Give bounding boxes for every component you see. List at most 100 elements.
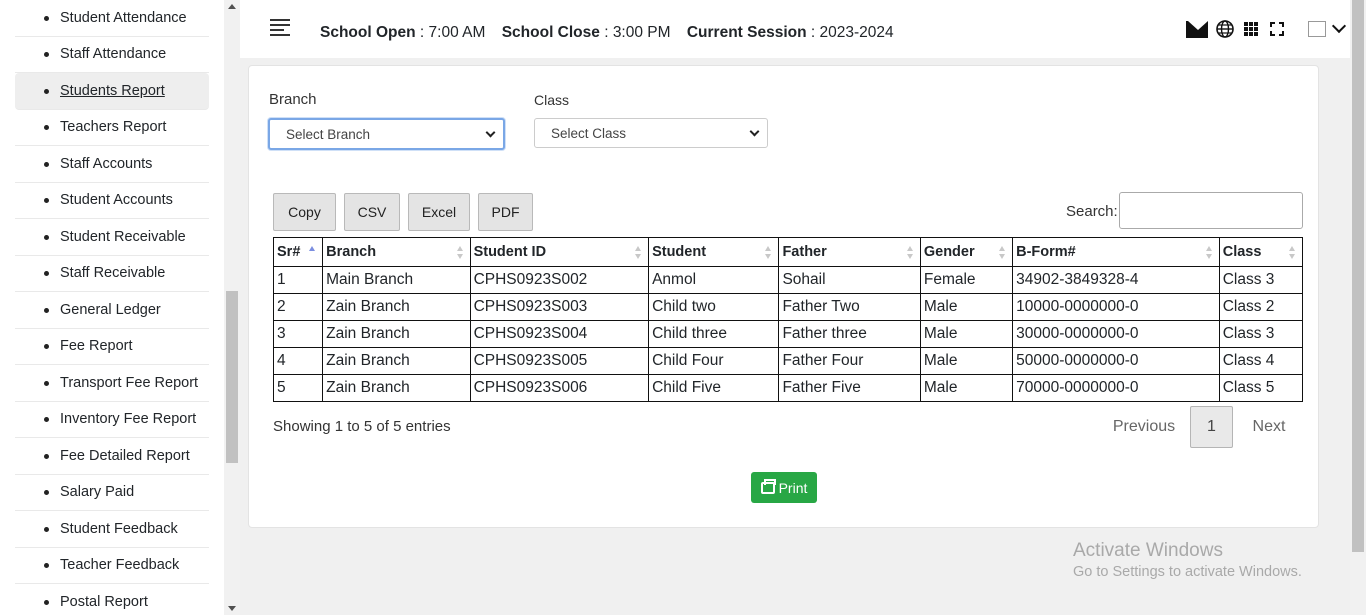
copy-button[interactable]: Copy: [273, 193, 336, 231]
table-cell: 50000-0000000-0: [1012, 347, 1220, 375]
entries-info: Showing 1 to 5 of 5 entries: [273, 418, 451, 435]
table-cell: Male: [919, 374, 1014, 402]
sidebar-item-label: Student Attendance: [60, 9, 187, 26]
sidebar-item-students-report[interactable]: Students Report: [15, 73, 209, 110]
fullscreen-icon[interactable]: [1264, 18, 1290, 40]
csv-button[interactable]: CSV: [344, 193, 400, 231]
sidebar-scrollbar[interactable]: [224, 0, 240, 615]
sidebar-scroll-thumb[interactable]: [226, 291, 238, 463]
chevron-down-icon: [485, 127, 496, 138]
sidebar-item-postal-report[interactable]: Postal Report: [15, 584, 209, 615]
table-cell: Class 4: [1218, 347, 1304, 375]
report-card: Branch Select Branch Class Select Class …: [248, 65, 1319, 528]
sidebar-item-student-feedback[interactable]: Student Feedback: [15, 511, 209, 548]
branch-select[interactable]: Select Branch: [268, 118, 505, 150]
sidebar-item-teachers-report[interactable]: Teachers Report: [15, 110, 209, 146]
sidebar: Student Attendance Staff Attendance Studen…: [0, 0, 224, 615]
mail-icon[interactable]: [1186, 18, 1212, 40]
table-cell: 1: [272, 266, 324, 294]
column-header-student[interactable]: Student: [648, 237, 780, 267]
branch-select-value: Select Branch: [286, 127, 371, 142]
table-cell: Child two: [648, 293, 780, 321]
sidebar-item-fee-report[interactable]: Fee Report: [15, 329, 209, 365]
table-cell: Zain Branch: [322, 320, 471, 348]
grid-icon[interactable]: [1238, 18, 1264, 40]
table-cell: Zain Branch: [322, 374, 471, 402]
chevron-down-icon: [749, 126, 760, 137]
sidebar-item-fee-detailed-report[interactable]: Fee Detailed Report: [15, 438, 209, 475]
sidebar-item-label: Salary Paid: [60, 484, 135, 501]
sidebar-item-label: Staff Receivable: [60, 265, 166, 282]
sidebar-item-label: Teachers Report: [60, 119, 167, 136]
school-close-label: School Close: [501, 24, 600, 41]
sidebar-item-staff-attendance[interactable]: Staff Attendance: [15, 37, 209, 73]
school-open-value: 7:00 AM: [428, 24, 486, 41]
previous-button[interactable]: Previous: [1104, 406, 1184, 448]
table-cell: Male: [919, 347, 1014, 375]
sidebar-menu: Student Attendance Staff Attendance Studen…: [0, 0, 224, 615]
excel-button[interactable]: Excel: [408, 193, 470, 231]
page-1-button[interactable]: 1: [1190, 406, 1233, 448]
sort-icon: [1289, 246, 1296, 260]
sidebar-item-label: Student Feedback: [60, 520, 178, 537]
sidebar-item-label: Teacher Feedback: [60, 557, 180, 574]
menu-icon[interactable]: [270, 19, 290, 36]
top-bar: School Open : 7:00 AM School Close : 3:0…: [240, 0, 1350, 58]
scroll-down-arrow-icon[interactable]: [228, 606, 236, 611]
table-cell: Child three: [648, 320, 780, 348]
globe-icon[interactable]: [1212, 18, 1238, 40]
sidebar-item-label: Staff Accounts: [60, 155, 153, 172]
table-cell: Anmol: [648, 266, 780, 294]
next-button[interactable]: Next: [1245, 406, 1293, 448]
sidebar-item-transport-fee-report[interactable]: Transport Fee Report: [15, 365, 209, 402]
table-cell: Class 3: [1218, 266, 1304, 294]
school-info: School Open : 7:00 AM School Close : 3:0…: [320, 24, 894, 41]
print-button[interactable]: Print: [751, 472, 817, 503]
session-value: 2023-2024: [819, 24, 894, 41]
main-scrollbar[interactable]: [1350, 0, 1366, 615]
sidebar-item-salary-paid[interactable]: Salary Paid: [15, 475, 209, 511]
print-label: Print: [778, 479, 808, 496]
column-header-student-id[interactable]: Student ID: [469, 237, 650, 267]
table-cell: Father Four: [778, 347, 921, 375]
table-cell: 34902-3849328-4: [1012, 266, 1220, 294]
column-header-class[interactable]: Class: [1218, 237, 1304, 267]
sidebar-item-student-receivable[interactable]: Student Receivable: [15, 219, 209, 256]
search-label: Search:: [1066, 203, 1118, 220]
sidebar-item-staff-receivable[interactable]: Staff Receivable: [15, 256, 209, 292]
sidebar-item-label: Fee Detailed Report: [60, 447, 190, 464]
avatar[interactable]: [1308, 21, 1326, 37]
sidebar-item-inventory-fee-report[interactable]: Inventory Fee Report: [15, 402, 209, 438]
sort-icon: [635, 246, 642, 260]
sidebar-item-teacher-feedback[interactable]: Teacher Feedback: [15, 548, 209, 584]
chevron-down-icon[interactable]: [1331, 18, 1347, 34]
sidebar-item-staff-accounts[interactable]: Staff Accounts: [15, 146, 209, 183]
sidebar-item-student-accounts[interactable]: Student Accounts: [15, 183, 209, 219]
column-header-father[interactable]: Father: [778, 237, 921, 267]
table-cell: CPHS0923S005: [469, 347, 650, 375]
search-input[interactable]: [1119, 192, 1303, 229]
sidebar-item-student-attendance[interactable]: Student Attendance: [15, 0, 209, 37]
column-header-gender[interactable]: Gender: [919, 237, 1014, 267]
table-cell: Male: [919, 320, 1014, 348]
column-header-b-form[interactable]: B-Form#: [1012, 237, 1220, 267]
table-cell: 3: [272, 320, 324, 348]
sidebar-item-general-ledger[interactable]: General Ledger: [15, 292, 209, 329]
column-header-branch[interactable]: Branch: [322, 237, 471, 267]
sort-asc-icon: [309, 246, 316, 260]
table-cell: Class 2: [1218, 293, 1304, 321]
column-header-sr[interactable]: Sr#: [272, 237, 324, 267]
school-close-value: 3:00 PM: [612, 24, 671, 41]
sort-icon: [999, 246, 1006, 260]
scroll-up-arrow-icon[interactable]: [228, 4, 236, 9]
table-cell: Zain Branch: [322, 293, 471, 321]
table-row: 2 Zain Branch CPHS0923S003 Child two Father …: [272, 293, 1304, 321]
table-row: 5 Zain Branch CPHS0923S006 Child Five Father…: [272, 374, 1304, 402]
class-select[interactable]: Select Class: [534, 118, 768, 148]
sidebar-item-label: Transport Fee Report: [60, 374, 199, 391]
main-scroll-thumb[interactable]: [1352, 0, 1364, 552]
table-cell: Zain Branch: [322, 347, 471, 375]
table-cell: Female: [919, 266, 1014, 294]
table-cell: Male: [919, 293, 1014, 321]
pdf-button[interactable]: PDF: [478, 193, 533, 231]
